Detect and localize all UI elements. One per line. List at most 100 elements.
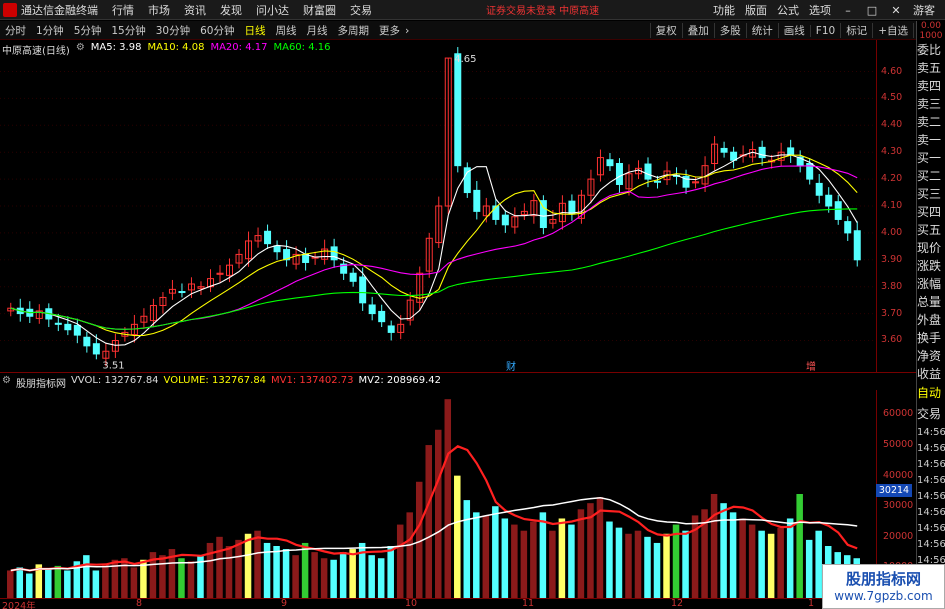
- volume-bar: [539, 512, 547, 598]
- high-price-label: 4.65: [454, 54, 476, 65]
- vvol-value: VVOL: 132767.84: [70, 375, 159, 386]
- mv1-value: MV1: 137402.73: [271, 375, 354, 386]
- candle-body: [720, 147, 728, 153]
- volume-bar: [796, 494, 803, 598]
- menu-item-faxian[interactable]: 发现: [220, 2, 242, 18]
- period-monthly[interactable]: 月线: [305, 23, 330, 38]
- volume-bar: [301, 542, 309, 598]
- btn-fuquan[interactable]: 复权: [649, 23, 682, 38]
- volume-bar: [463, 500, 471, 598]
- candle-body: [606, 159, 614, 167]
- close-icon[interactable]: ✕: [889, 4, 903, 17]
- btn-huaxian[interactable]: 画线: [777, 23, 810, 38]
- volume-tick: 40000: [883, 469, 914, 481]
- volume-bar: [805, 539, 813, 598]
- period-fenshi[interactable]: 分时: [3, 23, 28, 38]
- tick-time: 14:56: [917, 523, 945, 534]
- volume-bar: [615, 527, 623, 598]
- chevron-right-icon[interactable]: ›: [405, 24, 409, 37]
- trade-label[interactable]: 交易: [917, 404, 945, 425]
- volume-bar: [225, 546, 233, 598]
- maximize-icon[interactable]: □: [865, 4, 879, 17]
- quote-item: 卖二: [917, 115, 942, 129]
- volume-bar: [672, 524, 680, 598]
- volume-bar: [292, 555, 299, 598]
- login-status: 证券交易未登录 中原高速: [486, 6, 600, 17]
- user-label[interactable]: 游客: [913, 2, 935, 18]
- watermark: 股朋指标网 www.7gpzb.com: [822, 564, 945, 609]
- quote-item: 涨跌: [917, 259, 942, 273]
- period-toolbar: 分时 1分钟 5分钟 15分钟 30分钟 60分钟 日线 周线 月线 多周期 更…: [0, 21, 945, 40]
- candle-body: [758, 146, 766, 159]
- quote-item: 净资: [917, 349, 942, 363]
- tick-time: 14:56: [917, 427, 945, 438]
- period-more[interactable]: 更多: [377, 23, 402, 38]
- quote-item: 涨幅: [917, 277, 942, 291]
- btn-duogu[interactable]: 多股: [713, 23, 746, 38]
- indicator-name[interactable]: 股朋指标网: [16, 375, 66, 390]
- candle-body: [387, 325, 395, 333]
- volume-bar: [444, 399, 452, 598]
- volume-bar: [758, 530, 765, 598]
- btn-biaoji[interactable]: 标记: [840, 23, 872, 38]
- volume-bar: [482, 515, 490, 598]
- menu-item-jiaoyi[interactable]: 交易: [350, 2, 372, 18]
- menu-item-shichang[interactable]: 市场: [148, 2, 170, 18]
- volume-bar: [282, 549, 290, 598]
- menu-item-caifuquan[interactable]: 财富圈: [303, 2, 336, 18]
- price-tick: 4.00: [881, 226, 903, 238]
- period-5min[interactable]: 5分钟: [72, 23, 104, 38]
- period-30min[interactable]: 30分钟: [154, 23, 192, 38]
- quote-item: 卖一: [917, 133, 942, 147]
- btn-tongji[interactable]: 统计: [745, 23, 778, 38]
- menu-item-gongshi[interactable]: 公式: [777, 2, 799, 18]
- volume-bar: [739, 518, 746, 598]
- candle-body: [83, 336, 91, 347]
- candle-body: [787, 147, 795, 156]
- candle-body: [473, 189, 481, 212]
- candle-body: [54, 322, 62, 325]
- menu-item-banmian[interactable]: 版面: [745, 2, 767, 18]
- date-tick: 11: [522, 598, 535, 609]
- btn-f10[interactable]: F10: [809, 24, 840, 37]
- period-daily[interactable]: 日线: [243, 23, 268, 38]
- menu-item-hangqing[interactable]: 行情: [112, 2, 134, 18]
- volume-tick: 20000: [883, 530, 914, 542]
- marker-cai: 财: [506, 362, 516, 373]
- quote-item: 外盘: [917, 313, 942, 327]
- menu-item-wenxiaoda[interactable]: 问小达: [256, 2, 289, 18]
- volume-bar: [92, 570, 100, 598]
- volume-bar: [577, 509, 585, 598]
- candle-body: [349, 272, 357, 282]
- volume-bar: [130, 567, 138, 598]
- low-price-label: 3.51: [102, 361, 124, 372]
- btn-diejia[interactable]: 叠加: [681, 23, 714, 38]
- auto-label[interactable]: 自动: [917, 383, 945, 404]
- period-15min[interactable]: 15分钟: [109, 23, 147, 38]
- quote-panel-header: 0.00 1000: [919, 21, 943, 41]
- minimize-icon[interactable]: –: [841, 4, 855, 17]
- candle-body: [454, 53, 462, 167]
- quote-item: 买二: [917, 169, 942, 183]
- period-weekly[interactable]: 周线: [274, 23, 299, 38]
- quote-item: 买四: [917, 205, 942, 219]
- volume-bar: [7, 570, 14, 598]
- menu-item-zixun[interactable]: 资讯: [184, 2, 206, 18]
- candle-body: [92, 343, 100, 355]
- volume-bar: [720, 503, 727, 598]
- menu-item-gongneng[interactable]: 功能: [713, 2, 735, 18]
- volume-bar: [568, 524, 575, 598]
- candlestick-chart[interactable]: 4.65 3.51: [0, 40, 876, 372]
- volume-bar: [520, 530, 528, 598]
- volume-bar: [530, 521, 537, 598]
- candle-body: [492, 205, 500, 220]
- volume-bar: [435, 429, 442, 598]
- period-60min[interactable]: 60分钟: [198, 23, 236, 38]
- btn-zixuan[interactable]: +自选: [872, 23, 913, 38]
- menu-item-xuanxiang[interactable]: 选项: [809, 2, 831, 18]
- indicator-icon[interactable]: ⚙: [2, 375, 11, 390]
- price-tick: 4.10: [881, 200, 903, 211]
- period-multi[interactable]: 多周期: [336, 23, 372, 38]
- volume-chart[interactable]: [0, 390, 876, 598]
- period-1min[interactable]: 1分钟: [34, 23, 66, 38]
